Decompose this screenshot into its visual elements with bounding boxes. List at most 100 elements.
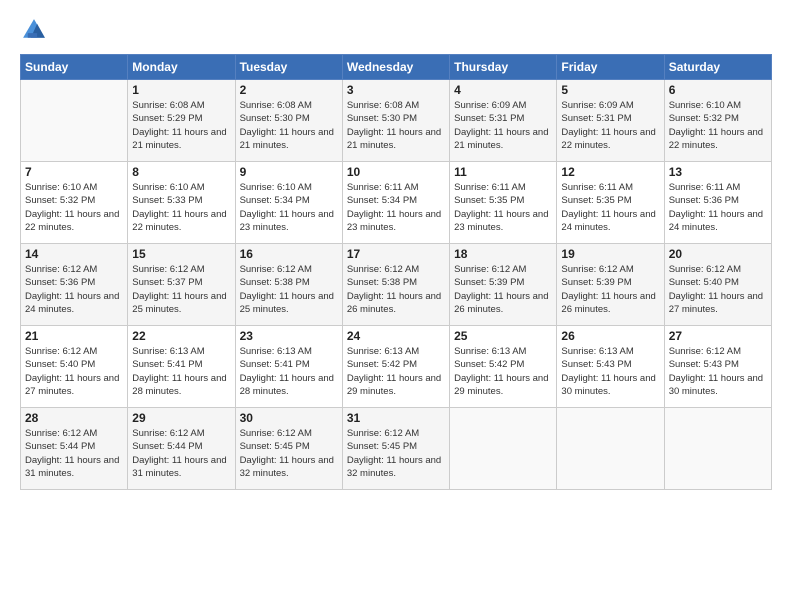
calendar-cell: 11 Sunrise: 6:11 AMSunset: 5:35 PMDayligh… (450, 162, 557, 244)
calendar-cell: 23 Sunrise: 6:13 AMSunset: 5:41 PMDayligh… (235, 326, 342, 408)
day-info: Sunrise: 6:12 AMSunset: 5:45 PMDaylight:… (240, 427, 338, 480)
day-info: Sunrise: 6:12 AMSunset: 5:39 PMDaylight:… (454, 263, 552, 316)
calendar-header-tuesday: Tuesday (235, 55, 342, 80)
day-info: Sunrise: 6:11 AMSunset: 5:35 PMDaylight:… (454, 181, 552, 234)
day-info: Sunrise: 6:11 AMSunset: 5:36 PMDaylight:… (669, 181, 767, 234)
day-info: Sunrise: 6:12 AMSunset: 5:43 PMDaylight:… (669, 345, 767, 398)
day-info: Sunrise: 6:12 AMSunset: 5:37 PMDaylight:… (132, 263, 230, 316)
calendar-cell: 4 Sunrise: 6:09 AMSunset: 5:31 PMDaylight… (450, 80, 557, 162)
day-number: 20 (669, 247, 767, 261)
day-number: 26 (561, 329, 659, 343)
day-number: 16 (240, 247, 338, 261)
calendar-header-thursday: Thursday (450, 55, 557, 80)
calendar-cell: 20 Sunrise: 6:12 AMSunset: 5:40 PMDayligh… (664, 244, 771, 326)
day-info: Sunrise: 6:12 AMSunset: 5:39 PMDaylight:… (561, 263, 659, 316)
day-info: Sunrise: 6:10 AMSunset: 5:32 PMDaylight:… (669, 99, 767, 152)
calendar-cell (21, 80, 128, 162)
day-number: 3 (347, 83, 445, 97)
day-info: Sunrise: 6:09 AMSunset: 5:31 PMDaylight:… (454, 99, 552, 152)
day-number: 17 (347, 247, 445, 261)
day-info: Sunrise: 6:09 AMSunset: 5:31 PMDaylight:… (561, 99, 659, 152)
calendar-cell: 29 Sunrise: 6:12 AMSunset: 5:44 PMDayligh… (128, 408, 235, 490)
day-info: Sunrise: 6:12 AMSunset: 5:44 PMDaylight:… (132, 427, 230, 480)
day-info: Sunrise: 6:10 AMSunset: 5:33 PMDaylight:… (132, 181, 230, 234)
day-info: Sunrise: 6:13 AMSunset: 5:43 PMDaylight:… (561, 345, 659, 398)
calendar-table: SundayMondayTuesdayWednesdayThursdayFrid… (20, 54, 772, 490)
day-info: Sunrise: 6:08 AMSunset: 5:29 PMDaylight:… (132, 99, 230, 152)
calendar-cell: 1 Sunrise: 6:08 AMSunset: 5:29 PMDaylight… (128, 80, 235, 162)
calendar-cell: 30Sunrise: 6:12 AMSunset: 5:45 PMDayligh… (235, 408, 342, 490)
logo-icon (20, 16, 48, 44)
day-number: 21 (25, 329, 123, 343)
day-info: Sunrise: 6:12 AMSunset: 5:38 PMDaylight:… (240, 263, 338, 316)
day-info: Sunrise: 6:12 AMSunset: 5:38 PMDaylight:… (347, 263, 445, 316)
day-number: 11 (454, 165, 552, 179)
header (20, 16, 772, 44)
day-info: Sunrise: 6:12 AMSunset: 5:40 PMDaylight:… (669, 263, 767, 316)
calendar-week-2: 7 Sunrise: 6:10 AMSunset: 5:32 PMDaylight… (21, 162, 772, 244)
day-info: Sunrise: 6:12 AMSunset: 5:36 PMDaylight:… (25, 263, 123, 316)
calendar-week-5: 28Sunrise: 6:12 AMSunset: 5:44 PMDayligh… (21, 408, 772, 490)
day-number: 8 (132, 165, 230, 179)
day-number: 7 (25, 165, 123, 179)
calendar-cell: 10Sunrise: 6:11 AMSunset: 5:34 PMDayligh… (342, 162, 449, 244)
day-number: 14 (25, 247, 123, 261)
day-number: 5 (561, 83, 659, 97)
day-number: 23 (240, 329, 338, 343)
day-number: 22 (132, 329, 230, 343)
calendar-cell: 5 Sunrise: 6:09 AMSunset: 5:31 PMDaylight… (557, 80, 664, 162)
day-info: Sunrise: 6:12 AMSunset: 5:45 PMDaylight:… (347, 427, 445, 480)
day-number: 29 (132, 411, 230, 425)
day-info: Sunrise: 6:11 AMSunset: 5:35 PMDaylight:… (561, 181, 659, 234)
day-info: Sunrise: 6:11 AMSunset: 5:34 PMDaylight:… (347, 181, 445, 234)
day-number: 19 (561, 247, 659, 261)
day-info: Sunrise: 6:12 AMSunset: 5:40 PMDaylight:… (25, 345, 123, 398)
calendar-week-1: 1 Sunrise: 6:08 AMSunset: 5:29 PMDaylight… (21, 80, 772, 162)
day-number: 31 (347, 411, 445, 425)
day-info: Sunrise: 6:10 AMSunset: 5:32 PMDaylight:… (25, 181, 123, 234)
calendar-cell: 26 Sunrise: 6:13 AMSunset: 5:43 PMDayligh… (557, 326, 664, 408)
calendar-cell: 17 Sunrise: 6:12 AMSunset: 5:38 PMDayligh… (342, 244, 449, 326)
calendar-cell: 18Sunrise: 6:12 AMSunset: 5:39 PMDayligh… (450, 244, 557, 326)
day-info: Sunrise: 6:13 AMSunset: 5:41 PMDaylight:… (240, 345, 338, 398)
day-number: 6 (669, 83, 767, 97)
day-number: 27 (669, 329, 767, 343)
calendar-header-friday: Friday (557, 55, 664, 80)
day-number: 1 (132, 83, 230, 97)
calendar-cell (557, 408, 664, 490)
calendar-header-saturday: Saturday (664, 55, 771, 80)
day-number: 25 (454, 329, 552, 343)
calendar-cell: 3Sunrise: 6:08 AMSunset: 5:30 PMDaylight… (342, 80, 449, 162)
day-number: 9 (240, 165, 338, 179)
calendar-cell: 9Sunrise: 6:10 AMSunset: 5:34 PMDaylight… (235, 162, 342, 244)
calendar-cell: 13Sunrise: 6:11 AMSunset: 5:36 PMDayligh… (664, 162, 771, 244)
day-info: Sunrise: 6:12 AMSunset: 5:44 PMDaylight:… (25, 427, 123, 480)
calendar-header-row: SundayMondayTuesdayWednesdayThursdayFrid… (21, 55, 772, 80)
calendar-cell: 16 Sunrise: 6:12 AMSunset: 5:38 PMDayligh… (235, 244, 342, 326)
calendar-header-wednesday: Wednesday (342, 55, 449, 80)
calendar-cell: 21 Sunrise: 6:12 AMSunset: 5:40 PMDayligh… (21, 326, 128, 408)
calendar-cell: 8 Sunrise: 6:10 AMSunset: 5:33 PMDaylight… (128, 162, 235, 244)
day-info: Sunrise: 6:13 AMSunset: 5:42 PMDaylight:… (454, 345, 552, 398)
page: SundayMondayTuesdayWednesdayThursdayFrid… (0, 0, 792, 502)
calendar-week-4: 21 Sunrise: 6:12 AMSunset: 5:40 PMDayligh… (21, 326, 772, 408)
calendar-header-monday: Monday (128, 55, 235, 80)
calendar-cell: 31 Sunrise: 6:12 AMSunset: 5:45 PMDayligh… (342, 408, 449, 490)
calendar-cell: 27 Sunrise: 6:12 AMSunset: 5:43 PMDayligh… (664, 326, 771, 408)
day-number: 15 (132, 247, 230, 261)
day-number: 24 (347, 329, 445, 343)
calendar-cell (664, 408, 771, 490)
calendar-cell: 25 Sunrise: 6:13 AMSunset: 5:42 PMDayligh… (450, 326, 557, 408)
logo (20, 16, 52, 44)
day-number: 4 (454, 83, 552, 97)
calendar-cell: 14 Sunrise: 6:12 AMSunset: 5:36 PMDayligh… (21, 244, 128, 326)
day-number: 2 (240, 83, 338, 97)
day-info: Sunrise: 6:08 AMSunset: 5:30 PMDaylight:… (240, 99, 338, 152)
calendar-cell: 6 Sunrise: 6:10 AMSunset: 5:32 PMDaylight… (664, 80, 771, 162)
calendar-header-sunday: Sunday (21, 55, 128, 80)
calendar-week-3: 14 Sunrise: 6:12 AMSunset: 5:36 PMDayligh… (21, 244, 772, 326)
day-number: 12 (561, 165, 659, 179)
calendar-cell (450, 408, 557, 490)
calendar-cell: 2 Sunrise: 6:08 AMSunset: 5:30 PMDaylight… (235, 80, 342, 162)
calendar-cell: 7 Sunrise: 6:10 AMSunset: 5:32 PMDaylight… (21, 162, 128, 244)
